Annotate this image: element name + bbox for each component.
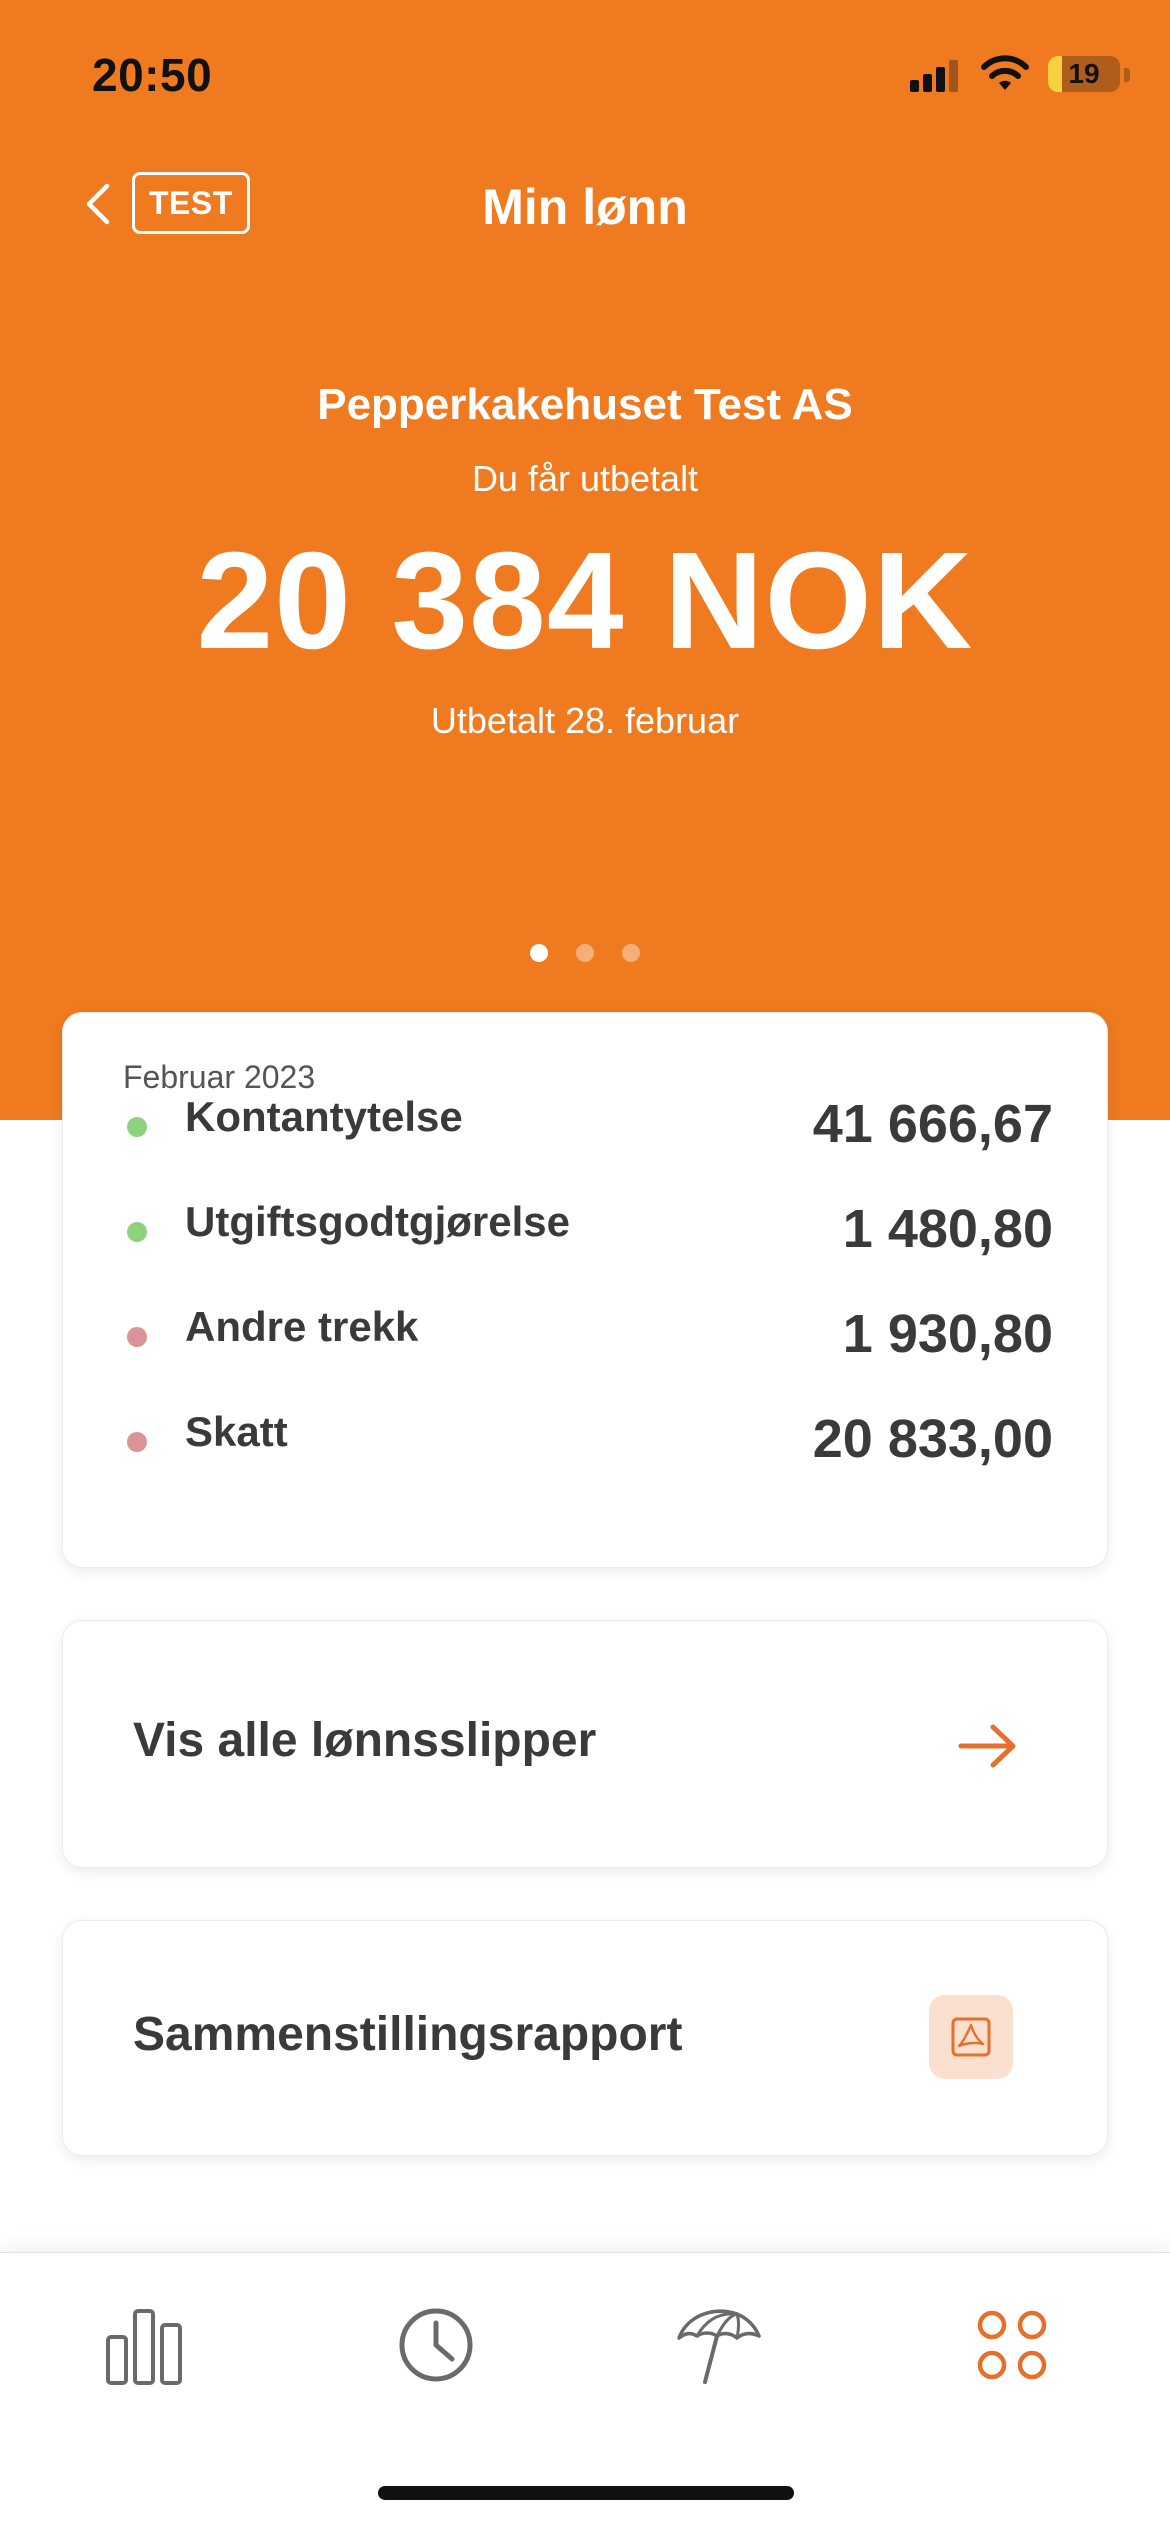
status-time: 20:50 — [92, 49, 213, 101]
summary-row-value: 41 666,67 — [812, 1094, 1053, 1154]
tab-time[interactable] — [386, 2295, 486, 2395]
bar-chart-icon — [106, 2309, 182, 2385]
hero-header: 20:50 19 TEST Min lønn Pepperkakehuset T… — [0, 0, 1170, 1120]
clock-icon — [399, 2308, 473, 2382]
summary-row: Utgiftsgodtgjørelse 1 480,80 — [63, 1184, 1109, 1264]
pdf-download-button[interactable] — [929, 1995, 1013, 2079]
page-dot[interactable] — [530, 944, 548, 962]
summary-row-label: Kontantytelse — [185, 1093, 463, 1140]
battery-percent: 19 — [1068, 58, 1100, 89]
summary-row-label: Utgiftsgodtgjørelse — [185, 1198, 570, 1245]
umbrella-icon — [677, 2309, 761, 2384]
payout-label: Du får utbetalt — [471, 458, 699, 499]
summary-row: Kontantytelse 41 666,67 — [63, 1079, 1109, 1159]
summary-report-button[interactable]: Sammenstillingsrapport — [62, 1920, 1108, 2156]
battery-tip — [1124, 68, 1130, 82]
wifi-icon — [981, 55, 1029, 90]
battery-level — [1048, 56, 1062, 92]
status-dot-icon — [127, 1327, 147, 1347]
status-dot-icon — [127, 1432, 147, 1452]
summary-row: Skatt 20 833,00 — [63, 1394, 1109, 1474]
arrow-right-icon — [958, 1724, 1016, 1768]
summary-row-value: 20 833,00 — [812, 1409, 1053, 1469]
tab-more[interactable] — [962, 2295, 1062, 2395]
status-icons: 19 — [870, 52, 1170, 102]
all-payslips-label: Vis alle lønnsslipper — [133, 1714, 597, 1767]
summary-row-label: Skatt — [185, 1408, 288, 1455]
apps-grid-icon — [977, 2310, 1047, 2380]
summary-row: Andre trekk 1 930,80 — [63, 1289, 1109, 1369]
salary-summary-card[interactable]: Februar 2023 Kontantytelse 41 666,67 Utgif… — [62, 1012, 1108, 1568]
page-dot[interactable] — [576, 944, 594, 962]
summary-row-value: 1 930,80 — [842, 1304, 1053, 1364]
summary-report-label: Sammenstillingsrapport — [133, 2008, 683, 2061]
pdf-icon — [951, 2017, 991, 2057]
status-dot-icon — [127, 1222, 147, 1242]
summary-row-label: Andre trekk — [185, 1303, 419, 1350]
page-title: Min lønn — [482, 179, 688, 235]
all-payslips-button[interactable]: Vis alle lønnsslipper — [62, 1620, 1108, 1868]
paid-date: Utbetalt 28. februar — [430, 700, 740, 741]
summary-row-value: 1 480,80 — [842, 1199, 1053, 1259]
company-name: Pepperkakehuset Test AS — [317, 380, 853, 429]
payout-amount: 20 384 NOK — [196, 524, 974, 678]
status-dot-icon — [127, 1117, 147, 1137]
screen: 20:50 19 TEST Min lønn Pepperkakehuset T… — [0, 0, 1170, 2532]
battery-icon: 19 — [1048, 56, 1120, 92]
cellular-signal-icon — [910, 58, 962, 92]
tab-absence[interactable] — [668, 2295, 768, 2395]
tab-overview[interactable] — [94, 2295, 194, 2395]
page-dot[interactable] — [622, 944, 640, 962]
home-indicator[interactable] — [378, 2486, 794, 2500]
page-indicator[interactable] — [0, 944, 1170, 962]
